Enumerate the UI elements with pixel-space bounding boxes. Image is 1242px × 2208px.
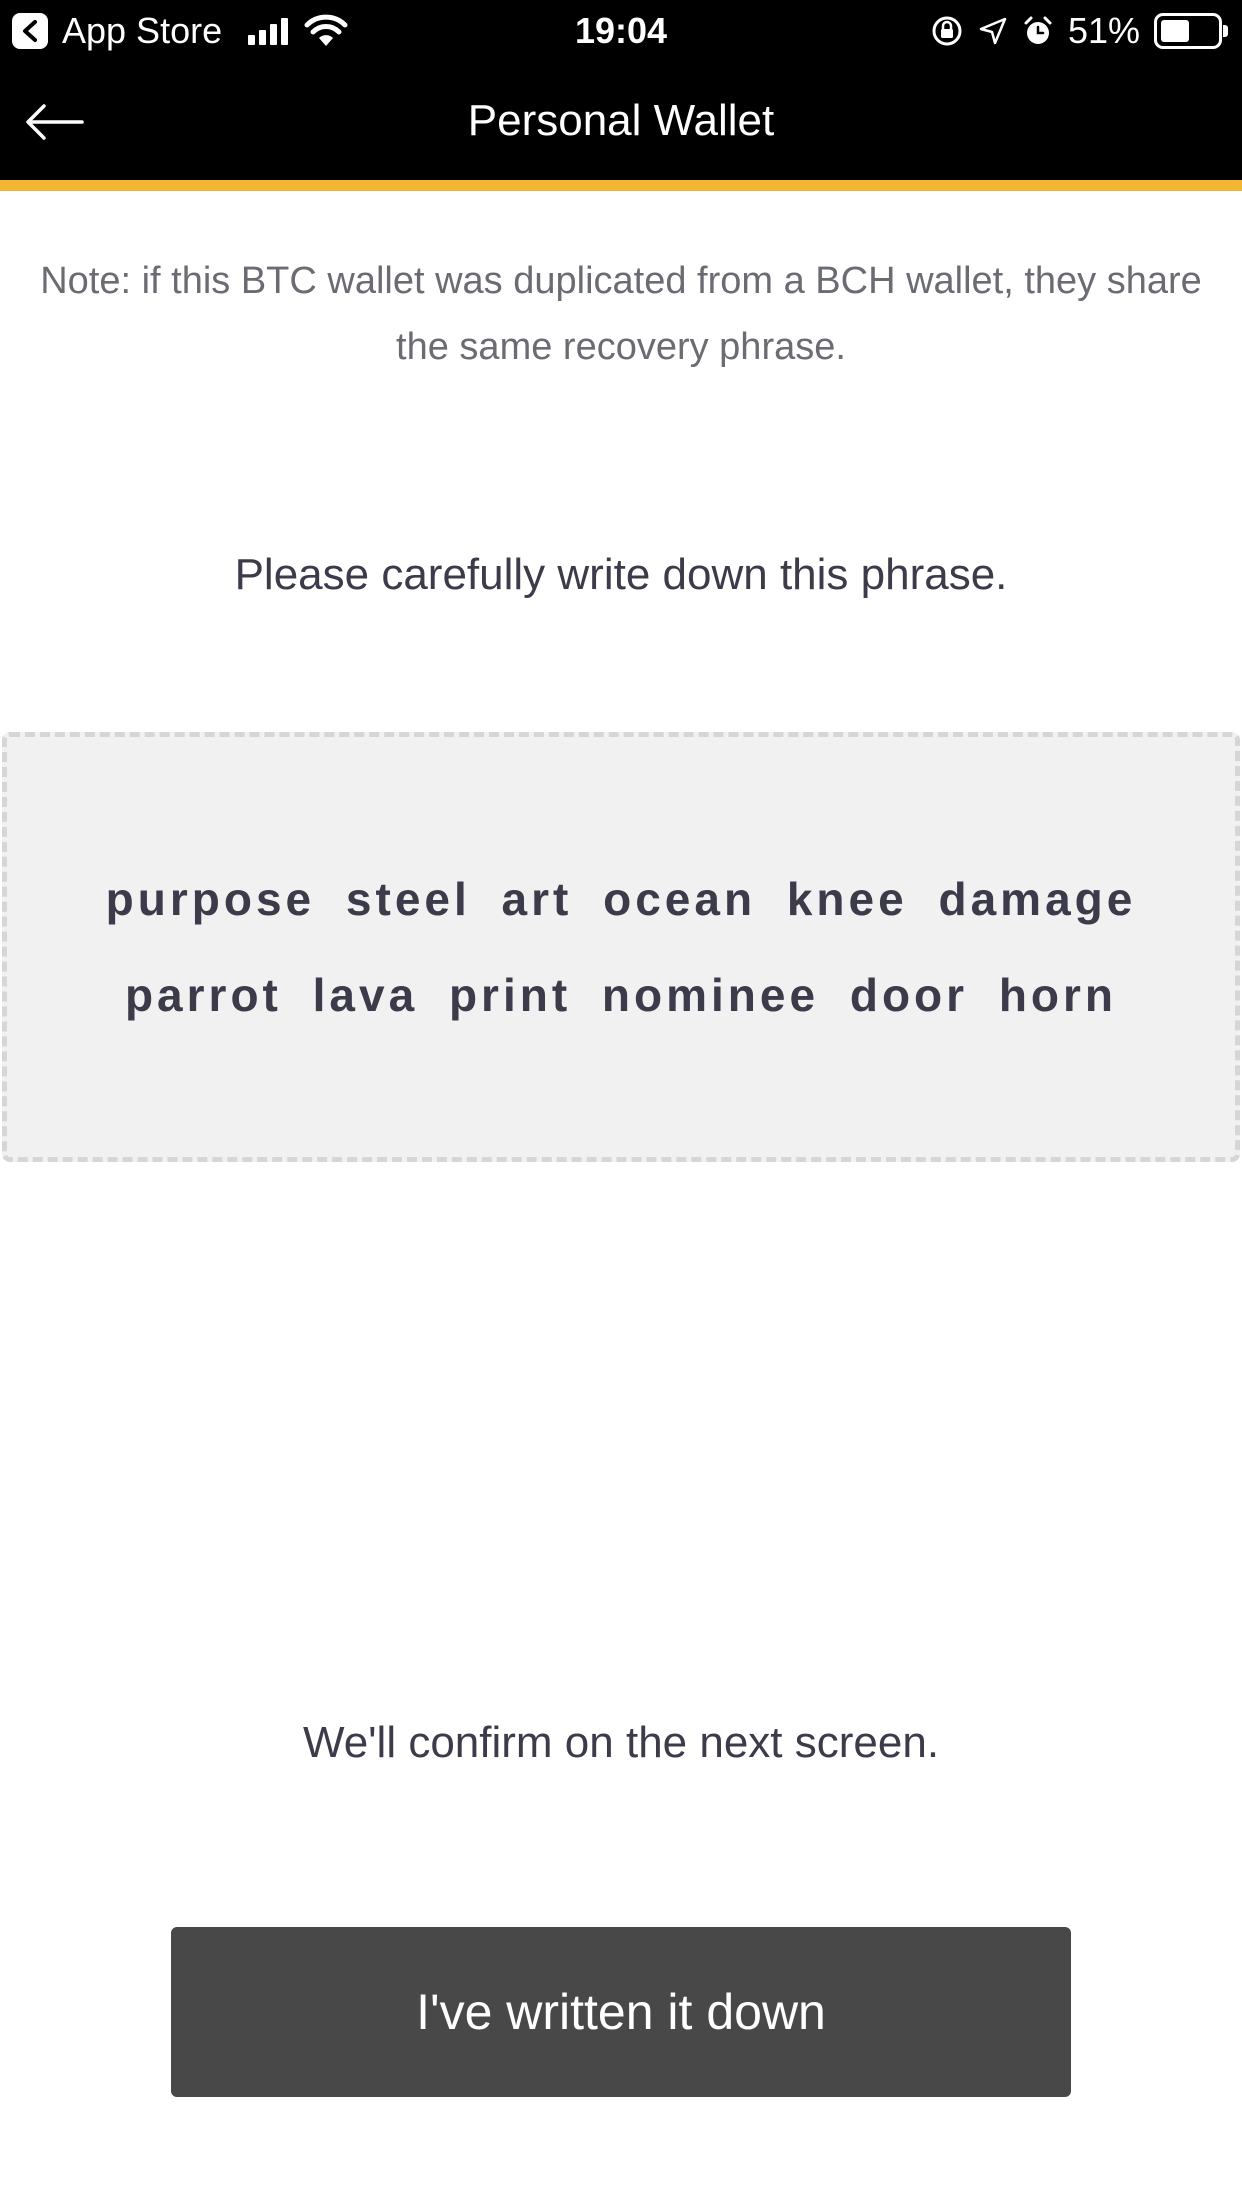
back-to-app-icon[interactable] xyxy=(12,13,48,49)
signal-icon xyxy=(248,17,289,45)
back-to-app-label[interactable]: App Store xyxy=(62,10,222,52)
confirm-note: We'll confirm on the next screen. xyxy=(302,1718,940,1767)
nav-bar: Personal Wallet xyxy=(0,62,1242,180)
nav-accent-bar xyxy=(0,180,1242,191)
recovery-phrase-box: purpose steel art ocean knee damage parr… xyxy=(2,732,1240,1162)
instruction-text: Please carefully write down this phrase. xyxy=(234,550,1008,599)
status-bar-left: App Store xyxy=(12,0,348,62)
page-title: Personal Wallet xyxy=(467,96,775,145)
wifi-icon xyxy=(304,14,348,46)
written-it-down-button[interactable]: I've written it down xyxy=(171,1927,1071,2097)
battery-percentage: 51% xyxy=(1067,10,1140,51)
recovery-phrase: purpose steel art ocean knee damage parr… xyxy=(105,873,1137,1021)
status-bar: App Store 19:04 51% xyxy=(0,0,1242,62)
alarm-icon xyxy=(1024,16,1052,44)
battery-level-fill xyxy=(1161,20,1189,42)
location-icon xyxy=(979,17,1007,45)
status-bar-right: 51% xyxy=(930,0,1228,62)
battery-icon xyxy=(1154,13,1228,49)
orientation-lock-icon xyxy=(932,16,962,46)
duplicate-wallet-note: Note: if this BTC wallet was duplicated … xyxy=(40,260,1202,368)
